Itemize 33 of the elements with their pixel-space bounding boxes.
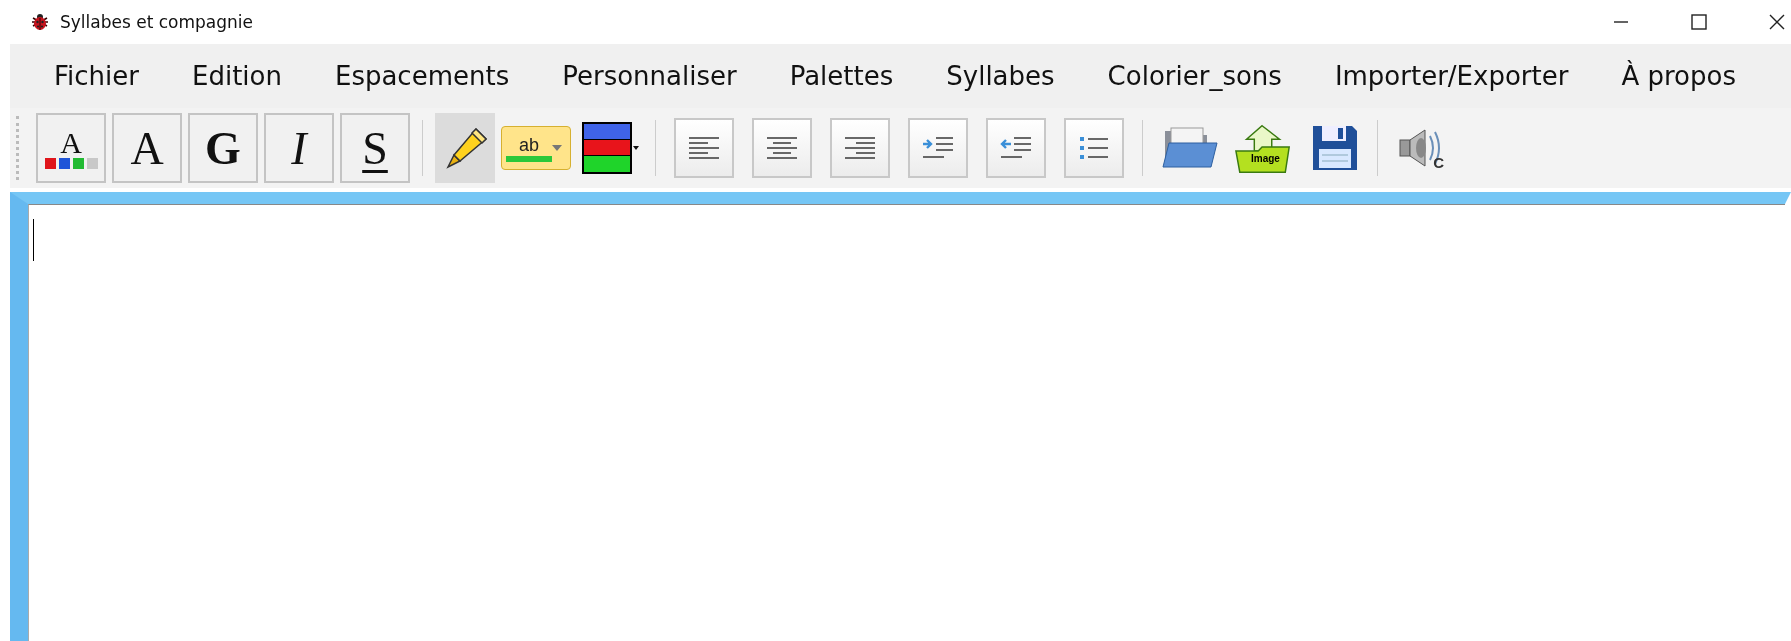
font-color-button[interactable]: A: [36, 113, 106, 183]
highlighter-button[interactable]: [435, 113, 495, 183]
bold-button[interactable]: G: [188, 113, 258, 183]
menu-item[interactable]: Espacements: [312, 61, 532, 91]
maximize-icon[interactable]: [1691, 14, 1707, 30]
bullet-list-button[interactable]: [1064, 118, 1124, 178]
menu-item[interactable]: Colorier_sons: [1085, 61, 1304, 91]
align-right-button[interactable]: [830, 118, 890, 178]
outdent-button[interactable]: [986, 118, 1046, 178]
font-button[interactable]: A: [112, 113, 182, 183]
menu-item[interactable]: Syllabes: [924, 61, 1077, 91]
align-center-button[interactable]: [752, 118, 812, 178]
window-title: Syllabes et compagnie: [60, 12, 254, 32]
caret-icon: [552, 145, 562, 151]
color-squares-icon: [44, 157, 98, 169]
menu-item[interactable]: Edition: [170, 61, 304, 91]
italic-button[interactable]: I: [264, 113, 334, 183]
indent-button[interactable]: [908, 118, 968, 178]
image-folder-button[interactable]: Image: [1229, 113, 1299, 183]
menu-item[interactable]: À propos: [1599, 61, 1758, 91]
ladybug-icon: [30, 12, 50, 32]
close-icon[interactable]: [1769, 14, 1785, 30]
caret-icon: [633, 146, 639, 150]
highlight-color-button[interactable]: ab: [501, 126, 571, 170]
underline-button[interactable]: S: [340, 113, 410, 183]
menu-item[interactable]: Personnaliser: [540, 61, 759, 91]
align-left-button[interactable]: [674, 118, 734, 178]
menu-item[interactable]: Importer/Exporter: [1312, 61, 1591, 91]
speaker-button[interactable]: C: [1390, 113, 1450, 183]
color-bands-icon: [581, 121, 633, 175]
speaker-icon: [1397, 126, 1443, 170]
menu-item[interactable]: Palettes: [767, 61, 916, 91]
menu-item[interactable]: Fichier: [32, 61, 161, 91]
